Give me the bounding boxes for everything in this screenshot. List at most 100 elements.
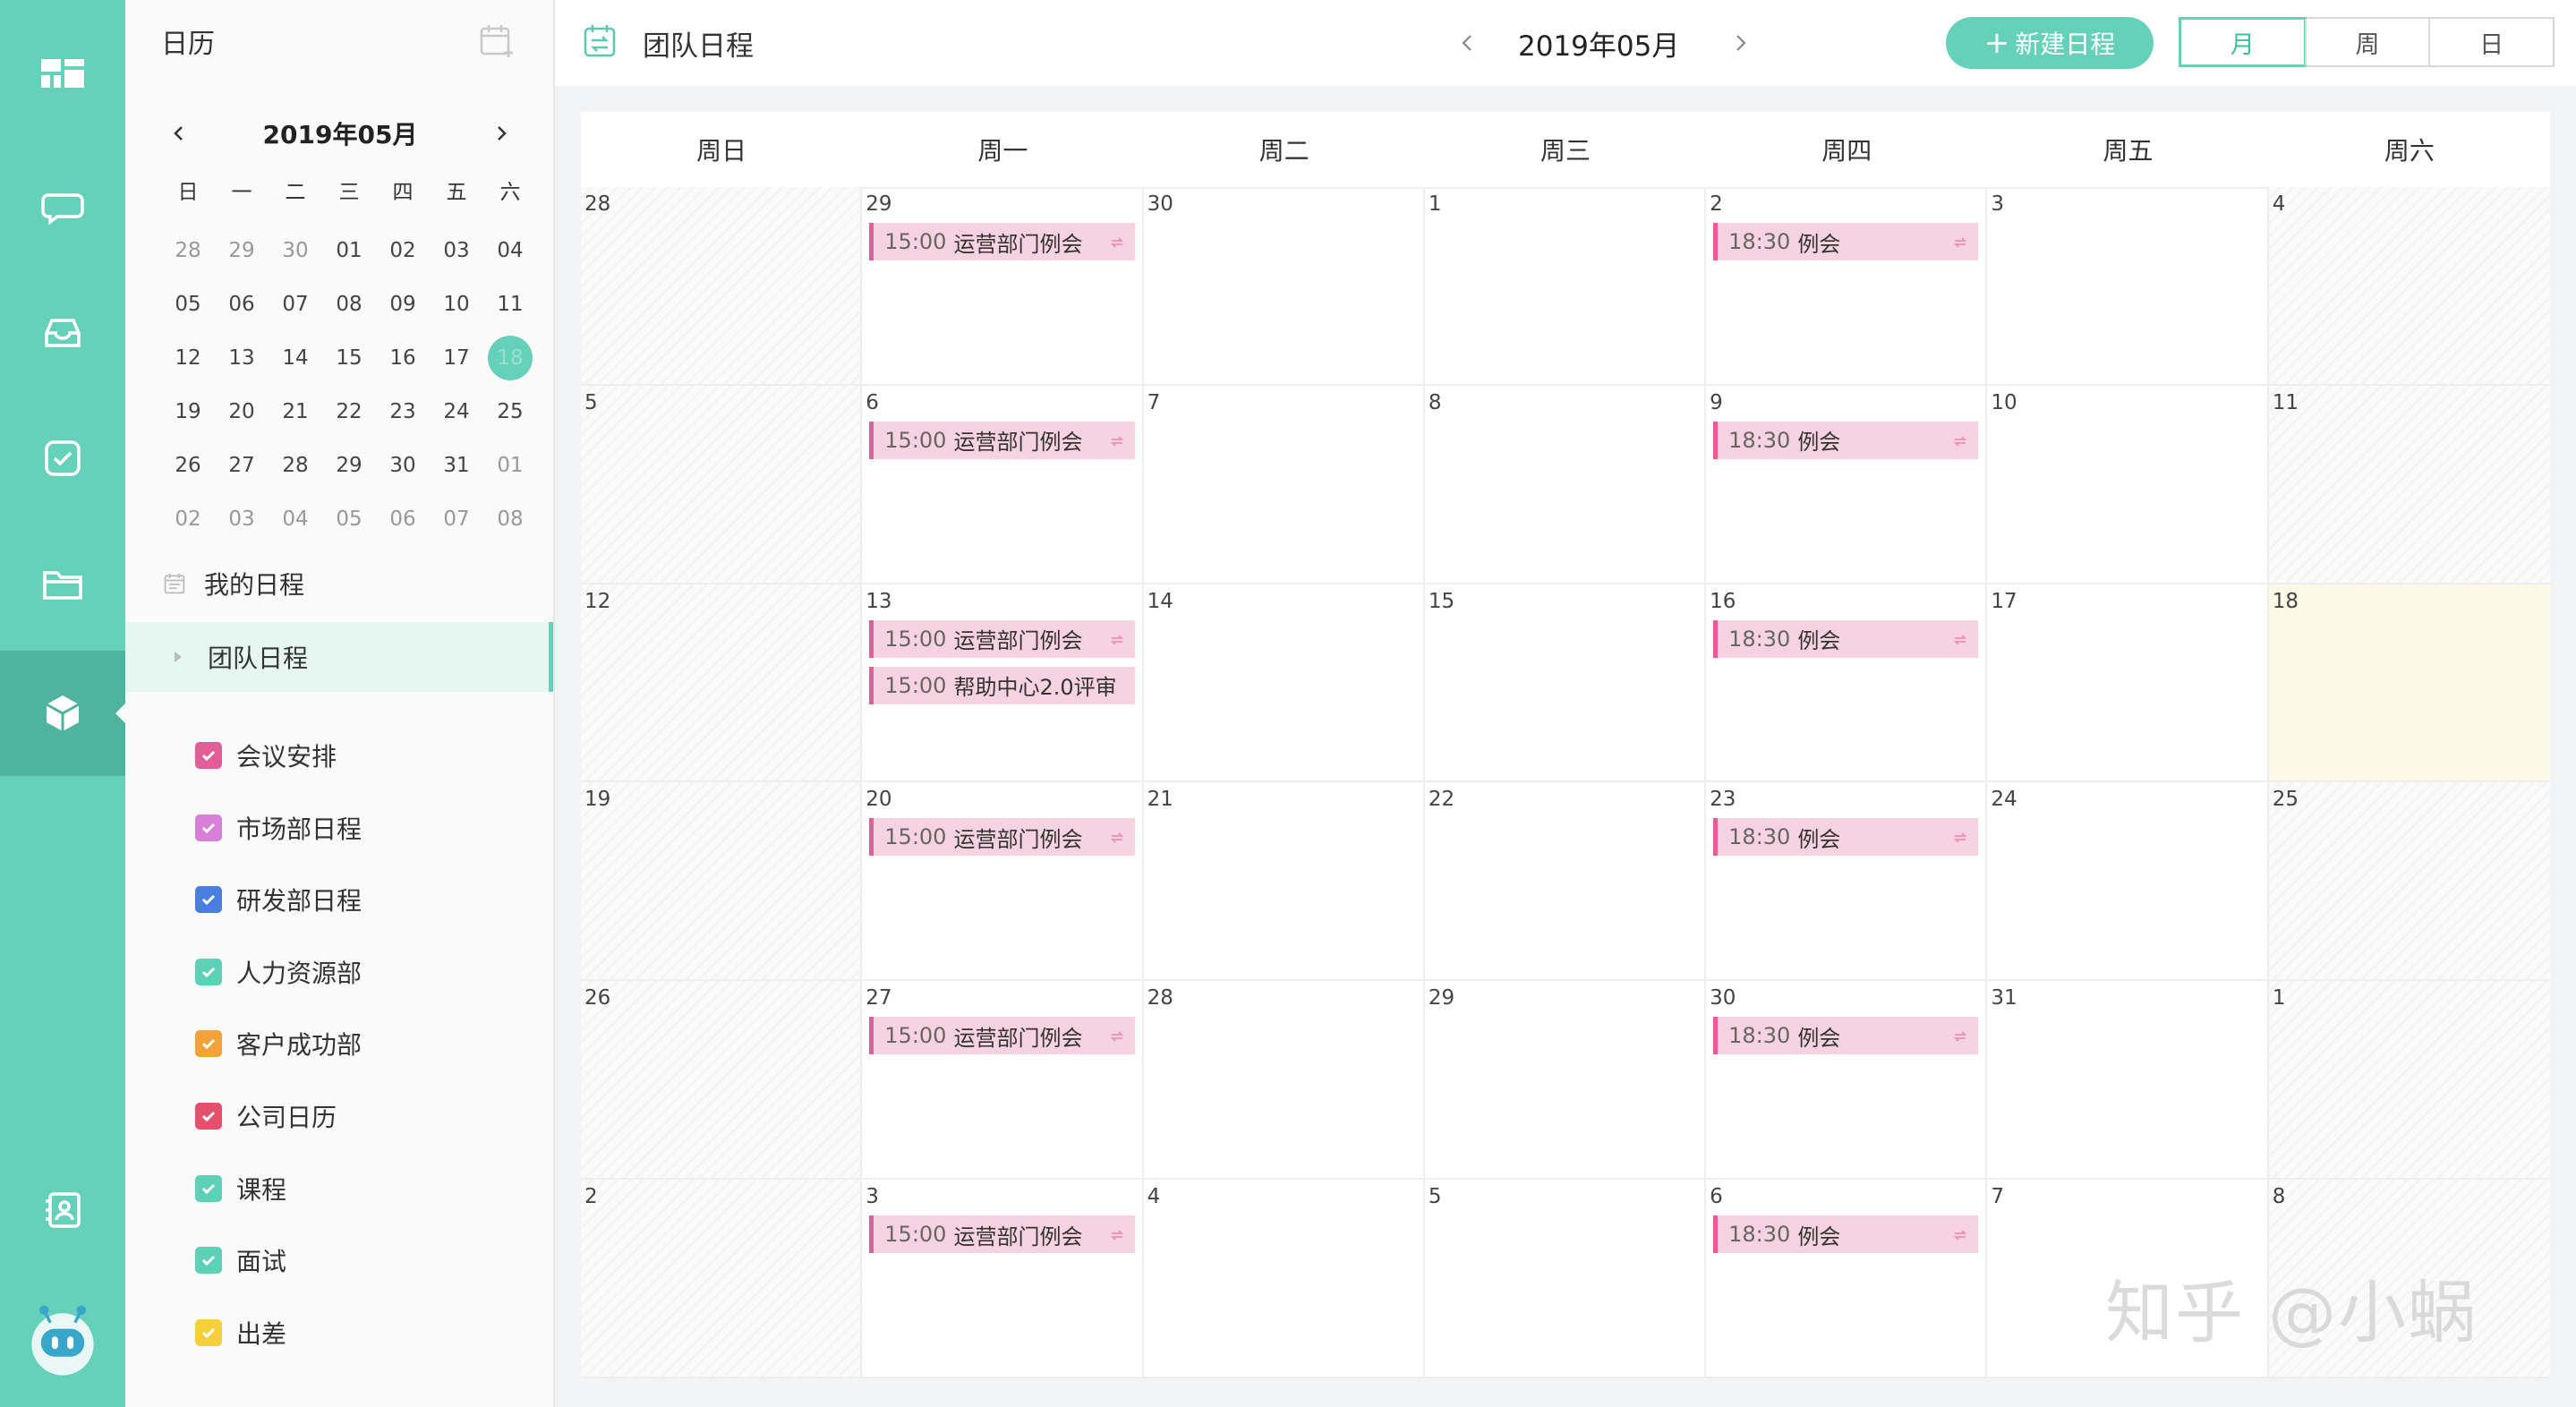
mini-day[interactable]: 02	[161, 492, 215, 546]
mini-day[interactable]: 30	[376, 439, 430, 492]
event-item[interactable]: 15:00 运营部门例会	[869, 619, 1135, 658]
event-item[interactable]: 18:30 例会	[1713, 818, 1979, 857]
day-cell[interactable]: 7	[1143, 385, 1425, 584]
mini-day[interactable]: 16	[376, 331, 430, 385]
mini-day[interactable]: 29	[322, 439, 376, 492]
day-cell[interactable]: 3	[1987, 187, 2269, 386]
next-month-icon[interactable]	[1722, 25, 1758, 61]
day-cell[interactable]: 20 15:00 运营部门例会	[862, 782, 1144, 982]
mini-day[interactable]: 08	[483, 492, 537, 546]
event-item[interactable]: 15:00 运营部门例会	[869, 1017, 1135, 1055]
day-cell[interactable]: 22	[1424, 782, 1707, 982]
checkbox-checked-icon[interactable]	[195, 1247, 222, 1275]
cube-icon[interactable]	[0, 651, 126, 776]
contacts-icon[interactable]	[0, 1147, 125, 1273]
inbox-icon[interactable]	[0, 270, 125, 396]
day-cell[interactable]: 8	[1424, 385, 1707, 584]
mini-day[interactable]: 14	[269, 331, 322, 385]
mini-day[interactable]: 28	[161, 224, 215, 277]
day-cell[interactable]: 29 15:00 运营部门例会	[862, 187, 1144, 386]
checkbox-checked-icon[interactable]	[195, 1318, 222, 1346]
chat-icon[interactable]	[0, 145, 125, 270]
mini-day[interactable]: 21	[269, 385, 322, 439]
mini-day[interactable]: 01	[483, 439, 537, 492]
event-item[interactable]: 15:00 运营部门例会	[869, 818, 1135, 857]
day-cell[interactable]: 4	[2268, 187, 2550, 386]
checkbox-checked-icon[interactable]	[195, 1030, 222, 1058]
mini-day[interactable]: 05	[161, 277, 215, 331]
mini-day[interactable]: 22	[322, 385, 376, 439]
mini-day[interactable]: 18	[483, 331, 537, 385]
mini-day[interactable]: 05	[322, 492, 376, 546]
mini-prev-month-icon[interactable]	[161, 115, 197, 151]
day-cell[interactable]: 13 15:00 运营部门例会 15:00 帮助中心2.0评审	[862, 584, 1144, 783]
day-cell[interactable]: 23 18:30 例会	[1706, 782, 1988, 982]
mini-day[interactable]: 01	[322, 224, 376, 277]
day-cell[interactable]: 19	[581, 782, 863, 982]
mini-day[interactable]: 07	[430, 492, 483, 546]
view-day-button[interactable]: 日	[2428, 19, 2554, 65]
add-calendar-icon[interactable]	[478, 21, 517, 61]
sub-calendar-item[interactable]: 公司日历	[195, 1094, 337, 1138]
mini-day[interactable]: 23	[376, 385, 430, 439]
mini-day[interactable]: 09	[376, 277, 430, 331]
mini-day[interactable]: 27	[215, 439, 269, 492]
day-cell[interactable]: 30 18:30 例会	[1706, 981, 1988, 1181]
team-schedule-item[interactable]: 团队日程	[125, 622, 553, 692]
day-cell[interactable]: 3 15:00 运营部门例会	[862, 1180, 1144, 1378]
mini-day[interactable]: 29	[215, 224, 269, 277]
mini-day[interactable]: 19	[161, 385, 215, 439]
mini-day[interactable]: 15	[322, 331, 376, 385]
event-item[interactable]: 15:00 运营部门例会	[869, 1215, 1135, 1254]
event-item[interactable]: 18:30 例会	[1713, 223, 1979, 260]
sub-calendar-item[interactable]: 面试	[195, 1238, 286, 1283]
logo-icon[interactable]	[0, 11, 125, 136]
mini-day[interactable]: 06	[215, 277, 269, 331]
day-cell[interactable]: 11	[2268, 385, 2550, 584]
mini-day[interactable]: 25	[483, 385, 537, 439]
day-cell[interactable]: 5	[1424, 1180, 1707, 1378]
mini-day[interactable]: 10	[430, 277, 483, 331]
mini-day[interactable]: 20	[215, 385, 269, 439]
day-cell[interactable]: 6 18:30 例会	[1706, 1180, 1988, 1378]
mini-day[interactable]: 13	[215, 331, 269, 385]
mini-day[interactable]: 04	[483, 224, 537, 277]
sub-calendar-item[interactable]: 研发部日程	[195, 877, 362, 922]
mini-day[interactable]: 30	[269, 224, 322, 277]
day-cell[interactable]: 28	[1143, 981, 1425, 1181]
mini-day[interactable]: 28	[269, 439, 322, 492]
sub-calendar-item[interactable]: 出差	[195, 1310, 286, 1355]
mini-day[interactable]: 12	[161, 331, 215, 385]
day-cell[interactable]: 1	[2268, 981, 2550, 1181]
mini-day[interactable]: 04	[269, 492, 322, 546]
robot-icon[interactable]	[0, 1275, 125, 1401]
event-item[interactable]: 15:00 帮助中心2.0评审	[869, 666, 1135, 704]
mini-day[interactable]: 17	[430, 331, 483, 385]
sub-calendar-item[interactable]: 市场部日程	[195, 806, 362, 850]
day-cell[interactable]: 2	[581, 1180, 863, 1378]
day-cell[interactable]: 30	[1143, 187, 1425, 386]
day-cell[interactable]: 4	[1143, 1180, 1425, 1378]
mini-day[interactable]: 08	[322, 277, 376, 331]
mini-day[interactable]: 26	[161, 439, 215, 492]
task-icon[interactable]	[0, 396, 125, 521]
view-week-button[interactable]: 周	[2304, 19, 2429, 65]
sub-calendar-item[interactable]: 课程	[195, 1166, 286, 1211]
day-cell[interactable]: 5	[581, 385, 863, 584]
collapse-triangle-icon[interactable]	[165, 644, 192, 670]
mini-day[interactable]: 03	[430, 224, 483, 277]
checkbox-checked-icon[interactable]	[195, 814, 222, 841]
mini-day[interactable]: 31	[430, 439, 483, 492]
day-cell[interactable]: 27 15:00 运营部门例会	[862, 981, 1144, 1181]
event-item[interactable]: 18:30 例会	[1713, 1017, 1979, 1055]
day-cell[interactable]: 12	[581, 584, 863, 783]
mini-day[interactable]: 07	[269, 277, 322, 331]
checkbox-checked-icon[interactable]	[195, 1103, 222, 1130]
prev-month-icon[interactable]	[1450, 25, 1486, 61]
mini-day[interactable]: 06	[376, 492, 430, 546]
mini-day[interactable]: 24	[430, 385, 483, 439]
checkbox-checked-icon[interactable]	[195, 958, 222, 985]
event-item[interactable]: 15:00 运营部门例会	[869, 421, 1135, 459]
day-cell[interactable]: 6 15:00 运营部门例会	[862, 385, 1144, 584]
day-cell[interactable]: 16 18:30 例会	[1706, 584, 1988, 783]
